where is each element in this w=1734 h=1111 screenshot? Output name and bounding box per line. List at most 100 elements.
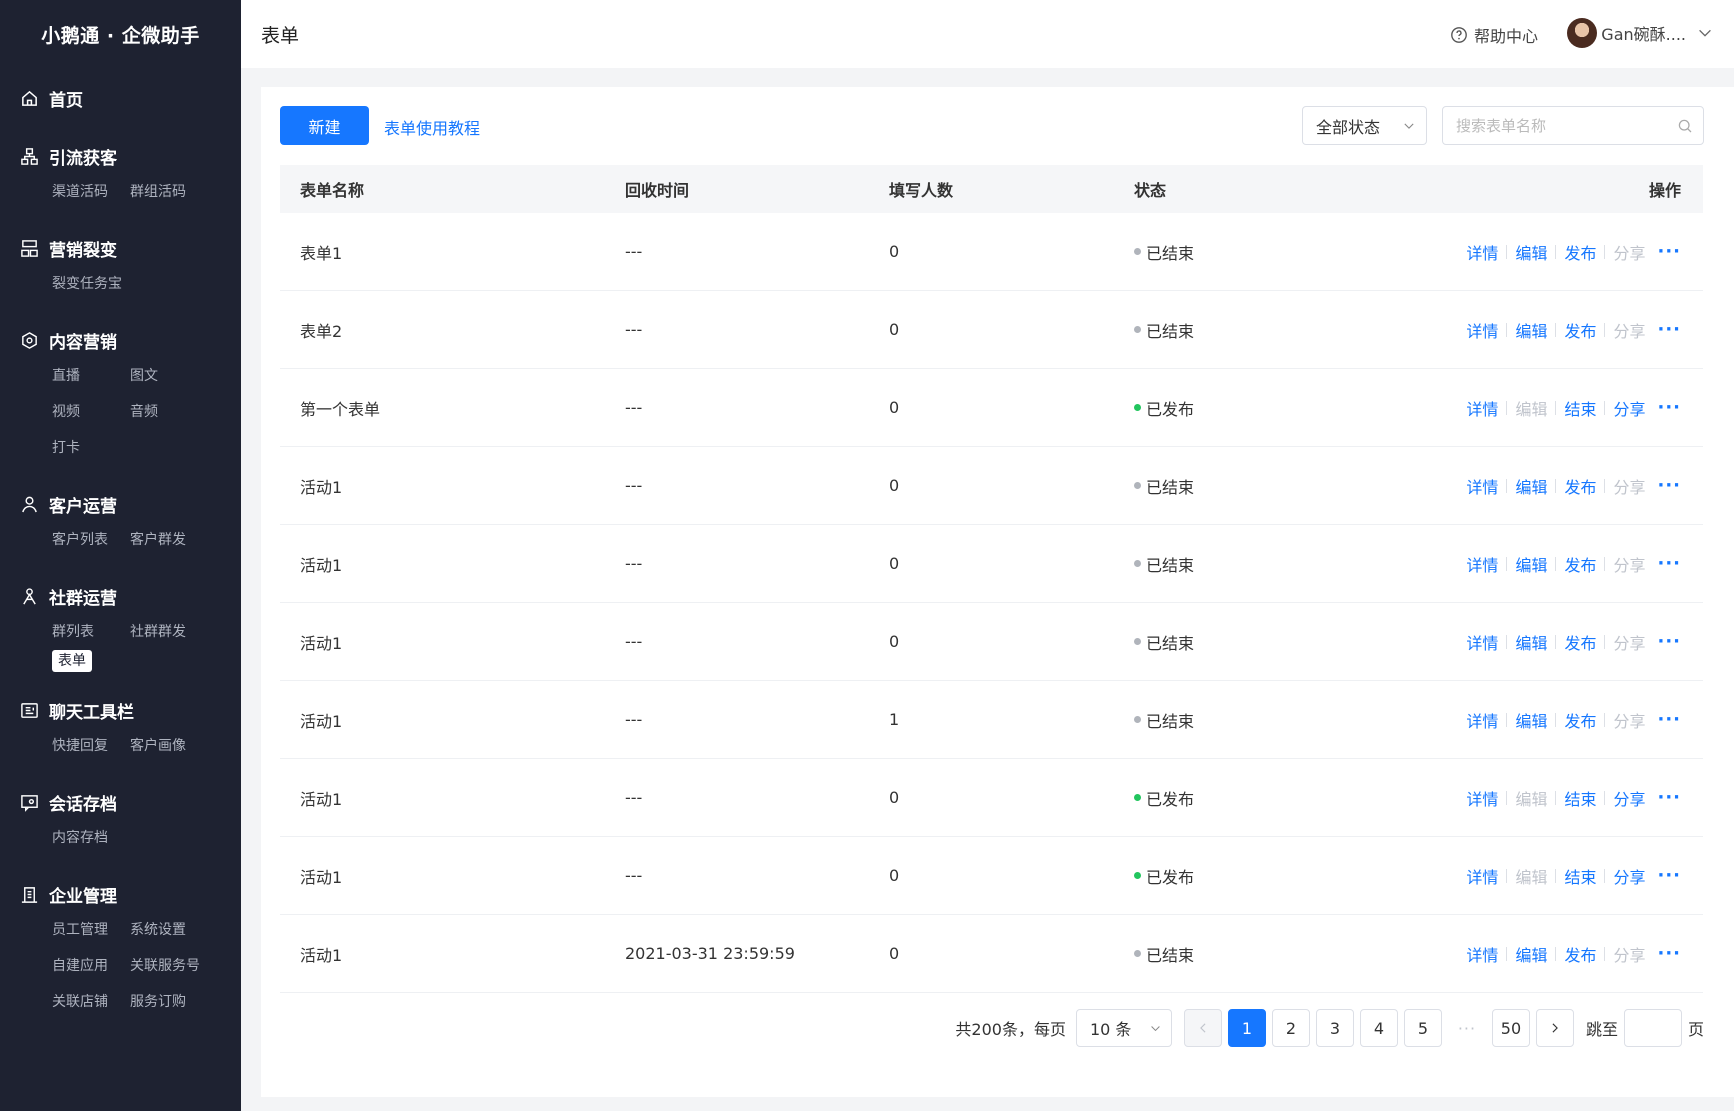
sidebar-item-1[interactable]: 引流获客	[20, 138, 241, 174]
page-button-2[interactable]: 2	[1271, 1009, 1310, 1047]
page-button-last[interactable]: 50	[1491, 1009, 1530, 1047]
edit-link[interactable]: 编辑	[1515, 942, 1547, 966]
status-filter-select[interactable]: 全部状态	[1302, 106, 1427, 145]
sidebar-subitem[interactable]: 渠道活码	[52, 174, 130, 210]
sidebar-subitem[interactable]: 快捷回复	[52, 728, 130, 764]
sidebar-subitem[interactable]: 客户群发	[130, 522, 208, 558]
more-actions-icon[interactable]: ···	[1657, 865, 1681, 886]
page-size-select[interactable]: 10 条	[1075, 1009, 1172, 1047]
share-link[interactable]: 分享	[1613, 864, 1645, 888]
more-actions-icon[interactable]: ···	[1657, 943, 1681, 964]
sidebar-subitem[interactable]: 自建应用	[52, 948, 130, 984]
edit-link[interactable]: 编辑	[1515, 708, 1547, 732]
publish-link[interactable]: 发布	[1564, 630, 1596, 654]
sidebar-subitem[interactable]: 社群群发	[130, 614, 208, 650]
detail-link[interactable]: 详情	[1466, 864, 1498, 888]
page-button-4[interactable]: 4	[1359, 1009, 1398, 1047]
edit-link[interactable]: 编辑	[1515, 240, 1547, 264]
chevron-down-icon	[1404, 123, 1414, 129]
sidebar-subitem[interactable]: 图文	[130, 358, 208, 394]
more-actions-icon[interactable]: ···	[1657, 787, 1681, 808]
action-divider	[1604, 478, 1606, 493]
sidebar-item-6[interactable]: 聊天工具栏	[20, 692, 241, 728]
sidebar-subitem[interactable]: 服务订购	[130, 984, 208, 1020]
sidebar-subitem[interactable]: 客户画像	[130, 728, 208, 764]
form-tutorial-link[interactable]: 表单使用教程	[384, 115, 480, 139]
sidebar-subitem[interactable]: 群组活码	[130, 174, 208, 210]
user-menu[interactable]: Gan碗酥....	[1567, 18, 1714, 48]
cell-name: 活动1	[300, 789, 343, 809]
sidebar-subitem[interactable]: 关联店铺	[52, 984, 130, 1020]
end-link[interactable]: 结束	[1564, 396, 1596, 420]
sidebar-subitem[interactable]: 视频	[52, 394, 130, 430]
more-actions-icon[interactable]: ···	[1657, 553, 1681, 574]
sidebar-subitem[interactable]: 打卡	[52, 430, 130, 466]
sidebar-subitem[interactable]: 内容存档	[52, 820, 130, 856]
more-actions-icon[interactable]: ···	[1657, 475, 1681, 496]
sidebar-subitem[interactable]: 裂变任务宝	[52, 266, 130, 302]
sidebar-subitem[interactable]: 员工管理	[52, 912, 130, 948]
sidebar-group-6: 聊天工具栏 快捷回复 客户画像	[0, 692, 241, 764]
more-actions-icon[interactable]: ···	[1657, 709, 1681, 730]
publish-link[interactable]: 发布	[1564, 318, 1596, 342]
detail-link[interactable]: 详情	[1466, 786, 1498, 810]
page-button-1[interactable]: 1	[1227, 1009, 1266, 1047]
more-actions-icon[interactable]: ···	[1657, 241, 1681, 262]
sidebar-item-7[interactable]: 会话存档	[20, 784, 241, 820]
sidebar-item-2[interactable]: 营销裂变	[20, 230, 241, 266]
detail-link[interactable]: 详情	[1466, 396, 1498, 420]
sidebar-subitem[interactable]: 表单	[52, 650, 92, 672]
pagination-ellipsis[interactable]: ···	[1448, 1019, 1486, 1038]
detail-link[interactable]: 详情	[1466, 474, 1498, 498]
detail-link[interactable]: 详情	[1466, 708, 1498, 732]
prev-page-button[interactable]	[1183, 1009, 1222, 1047]
more-actions-icon[interactable]: ···	[1657, 631, 1681, 652]
status-dot	[1134, 872, 1141, 879]
publish-link[interactable]: 发布	[1564, 552, 1596, 576]
next-page-button[interactable]	[1535, 1009, 1574, 1047]
edit-link[interactable]: 编辑	[1515, 552, 1547, 576]
detail-link[interactable]: 详情	[1466, 552, 1498, 576]
sidebar-subitem[interactable]: 直播	[52, 358, 130, 394]
publish-link[interactable]: 发布	[1564, 240, 1596, 264]
share-link[interactable]: 分享	[1613, 786, 1645, 810]
help-center-link[interactable]: 帮助中心	[1450, 23, 1538, 47]
more-actions-icon[interactable]: ···	[1657, 397, 1681, 418]
sidebar-item-8[interactable]: 企业管理	[20, 876, 241, 912]
search-input[interactable]	[1456, 116, 1676, 135]
end-link[interactable]: 结束	[1564, 864, 1596, 888]
page-button-5[interactable]: 5	[1403, 1009, 1442, 1047]
end-link[interactable]: 结束	[1564, 786, 1596, 810]
detail-link[interactable]: 详情	[1466, 240, 1498, 264]
page-button-3[interactable]: 3	[1315, 1009, 1354, 1047]
sidebar-subitem[interactable]: 系统设置	[130, 912, 208, 948]
search-icon[interactable]	[1677, 118, 1693, 134]
new-form-button[interactable]: 新建	[280, 106, 369, 145]
status-dot	[1134, 794, 1141, 801]
edit-link[interactable]: 编辑	[1515, 474, 1547, 498]
sidebar-subitem[interactable]: 关联服务号	[130, 948, 208, 984]
cube-icon	[22, 331, 37, 349]
share-link[interactable]: 分享	[1613, 396, 1645, 420]
edit-link[interactable]: 编辑	[1515, 318, 1547, 342]
more-actions-icon[interactable]: ···	[1657, 319, 1681, 340]
publish-link[interactable]: 发布	[1564, 474, 1596, 498]
cell-name: 表单2	[300, 321, 343, 341]
sidebar-item-4[interactable]: 客户运营	[20, 486, 241, 522]
detail-link[interactable]: 详情	[1466, 630, 1498, 654]
jump-page-input[interactable]	[1623, 1009, 1682, 1047]
sidebar-item-0[interactable]: 首页	[20, 80, 241, 116]
publish-link[interactable]: 发布	[1564, 708, 1596, 732]
detail-link[interactable]: 详情	[1466, 942, 1498, 966]
cell-status: 已结束	[1134, 942, 1434, 966]
publish-link[interactable]: 发布	[1564, 942, 1596, 966]
sidebar-subitem[interactable]: 群列表	[52, 614, 130, 650]
edit-link[interactable]: 编辑	[1515, 630, 1547, 654]
sidebar-subitem[interactable]: 音频	[130, 394, 208, 430]
status-filter-value: 全部状态	[1316, 117, 1381, 137]
share-link: 分享	[1613, 477, 1646, 497]
sidebar-item-3[interactable]: 内容营销	[20, 322, 241, 358]
sidebar-subitem[interactable]: 客户列表	[52, 522, 130, 558]
sidebar-item-5[interactable]: 社群运营	[20, 578, 241, 614]
detail-link[interactable]: 详情	[1466, 318, 1498, 342]
